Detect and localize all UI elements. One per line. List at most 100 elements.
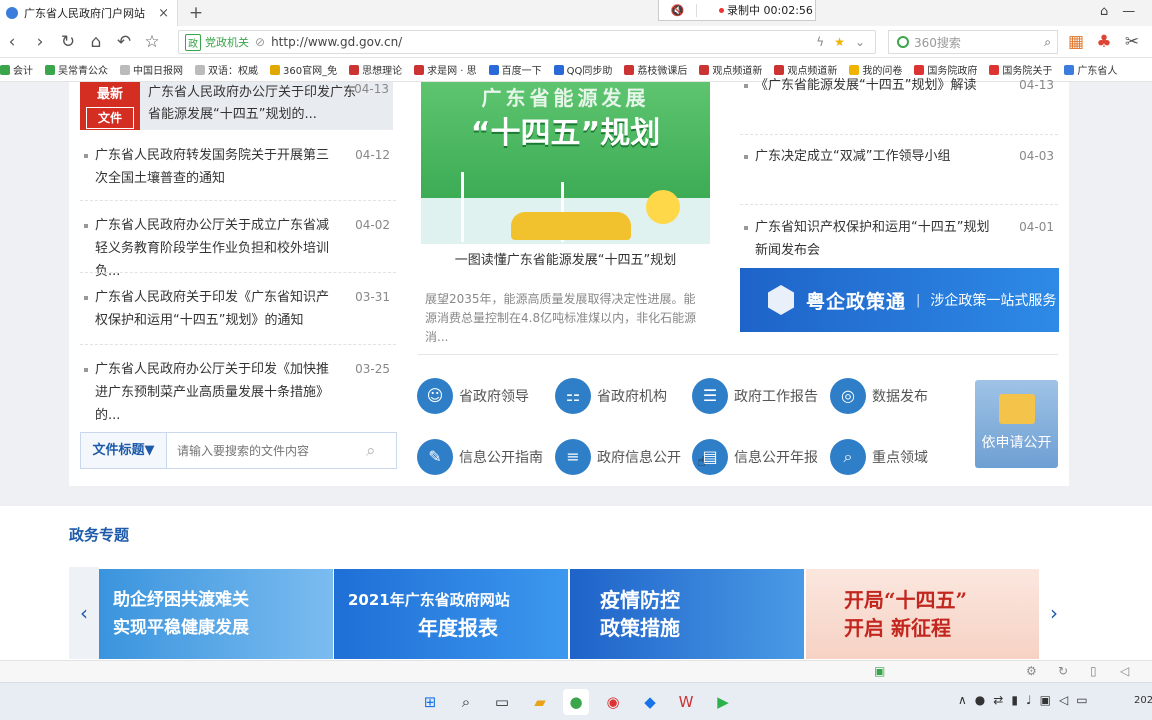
lightning-icon[interactable]: ϟ xyxy=(816,35,824,49)
tab-close-icon[interactable]: × xyxy=(158,6,169,21)
bookmark-item[interactable]: 双语：权威 xyxy=(195,62,258,77)
bookmark-item[interactable]: 广东省人 xyxy=(1064,62,1117,77)
carousel-prev-button[interactable]: ‹ xyxy=(69,567,99,659)
document-search-input[interactable] xyxy=(167,434,366,467)
undo-icon[interactable]: ↶ xyxy=(114,32,134,52)
quick-link-key-areas[interactable]: ⌕ 重点领域 xyxy=(830,439,928,475)
chevron-down-icon[interactable]: ⌄ xyxy=(855,35,865,49)
news-item[interactable]: 广东省人民政府转发国务院关于开展第三次全国土壤普查的通知 04-12 xyxy=(80,144,396,190)
trash-icon[interactable]: ▯ xyxy=(1090,664,1097,678)
bookmark-item[interactable]: 百度一下 xyxy=(488,62,542,77)
browser-360-icon[interactable]: ● xyxy=(563,689,589,715)
url-text[interactable]: http://www.gd.gov.cn/ xyxy=(271,35,402,49)
latest-news-item[interactable]: 最新 文件 广东省人民政府办公厅关于印发广东省能源发展“十四五”规划的... 0… xyxy=(80,82,393,130)
feature-caption[interactable]: 一图读懂广东省能源发展“十四五”规划 xyxy=(421,249,710,268)
quick-link-label: 重点领域 xyxy=(872,450,928,466)
recorder-icon[interactable]: ◉ xyxy=(600,689,626,715)
topic-slide[interactable]: 疫情防控 政策措施 xyxy=(570,569,804,659)
news-title[interactable]: 广东省人民政府关于印发《广东省知识产权保护和运用“十四五”规划》的通知 xyxy=(80,286,332,332)
refresh-icon[interactable]: ↻ xyxy=(58,32,78,52)
favorite-star-icon[interactable]: ★ xyxy=(834,35,845,49)
task-view-icon[interactable]: ▭ xyxy=(489,689,515,715)
volume-icon[interactable]: ◁ xyxy=(1120,664,1129,678)
address-bar[interactable]: 政 党政机关 ⊘ http://www.gd.gov.cn/ ϟ ★ ⌄ xyxy=(178,30,876,54)
media-player-icon[interactable]: ▶ xyxy=(710,689,736,715)
tray-app-icon[interactable]: ▮ xyxy=(1011,693,1018,713)
latest-news-title[interactable]: 广东省人民政府办公厅关于印发广东省能源发展“十四五”规划的... xyxy=(148,82,366,126)
tray-expand-icon[interactable]: ∧ xyxy=(958,693,967,713)
bookmark-item[interactable]: 中国日报网 xyxy=(120,62,183,77)
apply-disclosure-button[interactable]: 依申请公开 xyxy=(975,380,1058,468)
apply-label: 依申请公开 xyxy=(981,435,1052,451)
quick-link-agencies[interactable]: ⚏ 省政府机构 xyxy=(555,378,667,414)
news-title[interactable]: 广东省知识产权保护和运用“十四五”规划新闻发布会 xyxy=(740,216,990,262)
safe-icon[interactable]: ▣ xyxy=(874,664,885,678)
news-title[interactable]: 广东省人民政府转发国务院关于开展第三次全国土壤普查的通知 xyxy=(80,144,332,190)
search-icon[interactable]: ⌕ xyxy=(366,441,396,461)
quick-link-annual-report[interactable]: ▤ 信息公开年报 xyxy=(692,439,818,475)
apps-grid-icon[interactable]: ▦ xyxy=(1066,32,1086,52)
bookmark-item[interactable]: 思想理论 xyxy=(349,62,402,77)
policy-service-banner[interactable]: 粤企政策通 | 涉企政策一站式服务 xyxy=(740,268,1059,332)
feature-banner[interactable]: 广东省能源发展 “十四五”规划 xyxy=(421,82,710,244)
search-placeholder: 360搜索 xyxy=(914,35,961,50)
topic-slide[interactable]: 2021年广东省政府网站 年度报表 xyxy=(334,569,568,659)
topic-slide[interactable]: 助企纾困共渡难关 实现平稳健康发展 xyxy=(99,569,333,659)
scissors-icon[interactable]: ✂ xyxy=(1122,32,1142,52)
news-item[interactable]: 广东省人民政府关于印发《广东省知识产权保护和运用“十四五”规划》的通知 03-3… xyxy=(80,272,396,332)
battery-icon[interactable]: ▭ xyxy=(1076,693,1087,713)
quick-link-label: 数据发布 xyxy=(872,389,928,405)
app-icon[interactable]: ◆ xyxy=(637,689,663,715)
bookmark-label: 会计 xyxy=(13,66,33,77)
search-icon[interactable]: ⌕ xyxy=(1044,35,1051,50)
quick-link-info-disclosure[interactable]: ≡ 政府信息公开 xyxy=(555,439,681,475)
search-type-select[interactable]: 文件标题▼ xyxy=(81,433,167,468)
tools-icon[interactable]: ⚙ xyxy=(1026,664,1037,678)
recording-indicator: 🔇 录制中 00:02:56 xyxy=(658,0,816,21)
forward-icon[interactable]: › xyxy=(30,32,50,52)
quick-link-leaders[interactable]: ☺ 省政府领导 xyxy=(417,378,529,414)
bookmark-item[interactable]: 求是网 · 思 xyxy=(414,62,477,77)
bookmark-item[interactable]: QQ同步助 xyxy=(553,62,612,77)
windows-start-icon[interactable]: ⊞ xyxy=(417,689,443,715)
quick-link-work-report[interactable]: ☰ 政府工作报告 xyxy=(692,378,818,414)
file-explorer-icon[interactable]: ▰ xyxy=(527,689,553,715)
topic-slide[interactable]: 开局“十四五” 开启 新征程 xyxy=(806,569,1040,659)
news-item[interactable]: 广东省知识产权保护和运用“十四五”规划新闻发布会 04-01 xyxy=(740,204,1058,262)
carousel-next-button[interactable]: › xyxy=(1039,567,1069,659)
search-icon[interactable]: ⌕ xyxy=(453,689,479,715)
home-icon[interactable]: ⌂ xyxy=(86,32,106,52)
news-title[interactable]: 广东省人民政府办公厅关于印发《加快推进广东预制菜产业高质量发展十条措施》的... xyxy=(80,358,332,427)
tray-app-icon[interactable]: ⇄ xyxy=(993,693,1003,713)
shirt-icon[interactable]: ⌂ xyxy=(1100,4,1108,22)
browser-tab[interactable]: 广东省人民政府门户网站 × xyxy=(0,0,178,26)
news-item[interactable]: 《广东省能源发展“十四五”规划》解读 04-13 xyxy=(740,74,1058,97)
mute-icon[interactable]: 🔇 xyxy=(659,3,697,17)
news-item[interactable]: 广东省人民政府办公厅关于印发《加快推进广东预制菜产业高质量发展十条措施》的...… xyxy=(80,344,396,427)
quick-link-data[interactable]: ◎ 数据发布 xyxy=(830,378,928,414)
bookmark-star-icon[interactable]: ☆ xyxy=(142,32,162,52)
minimize-icon[interactable]: — xyxy=(1122,4,1135,22)
tray-app-icon[interactable]: ● xyxy=(975,693,985,713)
clock[interactable]: 202 xyxy=(1134,695,1152,706)
wps-icon[interactable]: W xyxy=(673,689,699,715)
bookmark-item[interactable]: 荔枝微课后 xyxy=(624,62,687,77)
news-title[interactable]: 《广东省能源发展“十四五”规划》解读 xyxy=(740,74,990,97)
bookmark-label: 思想理论 xyxy=(362,66,403,77)
bookmark-item[interactable]: 360官网_免 xyxy=(270,62,337,77)
news-item[interactable]: 广东省人民政府办公厅关于成立广东省减轻义务教育阶段学生作业负担和校外培训负...… xyxy=(80,200,396,283)
news-title[interactable]: 广东决定成立“双减”工作领导小组 xyxy=(740,145,990,168)
volume-icon[interactable]: ◁ xyxy=(1059,693,1068,713)
bookmark-item[interactable]: 吴常青公众 xyxy=(45,62,108,77)
quick-link-disclosure-guide[interactable]: ✎ 信息公开指南 xyxy=(417,439,543,475)
refresh-icon[interactable]: ↻ xyxy=(1058,664,1068,678)
microphone-icon[interactable]: ♩ xyxy=(1026,693,1032,713)
compass-icon: ✎ xyxy=(417,439,453,475)
news-item[interactable]: 广东决定成立“双减”工作领导小组 04-03 xyxy=(740,134,1058,168)
back-icon[interactable]: ‹ xyxy=(2,32,22,52)
bookmark-item[interactable]: 会计 xyxy=(0,62,33,77)
search-box[interactable]: 360搜索 ⌕ xyxy=(888,30,1058,54)
network-icon[interactable]: ▣ xyxy=(1040,693,1051,713)
new-tab-button[interactable]: + xyxy=(186,2,206,24)
game-icon[interactable]: ♣ xyxy=(1094,32,1114,52)
